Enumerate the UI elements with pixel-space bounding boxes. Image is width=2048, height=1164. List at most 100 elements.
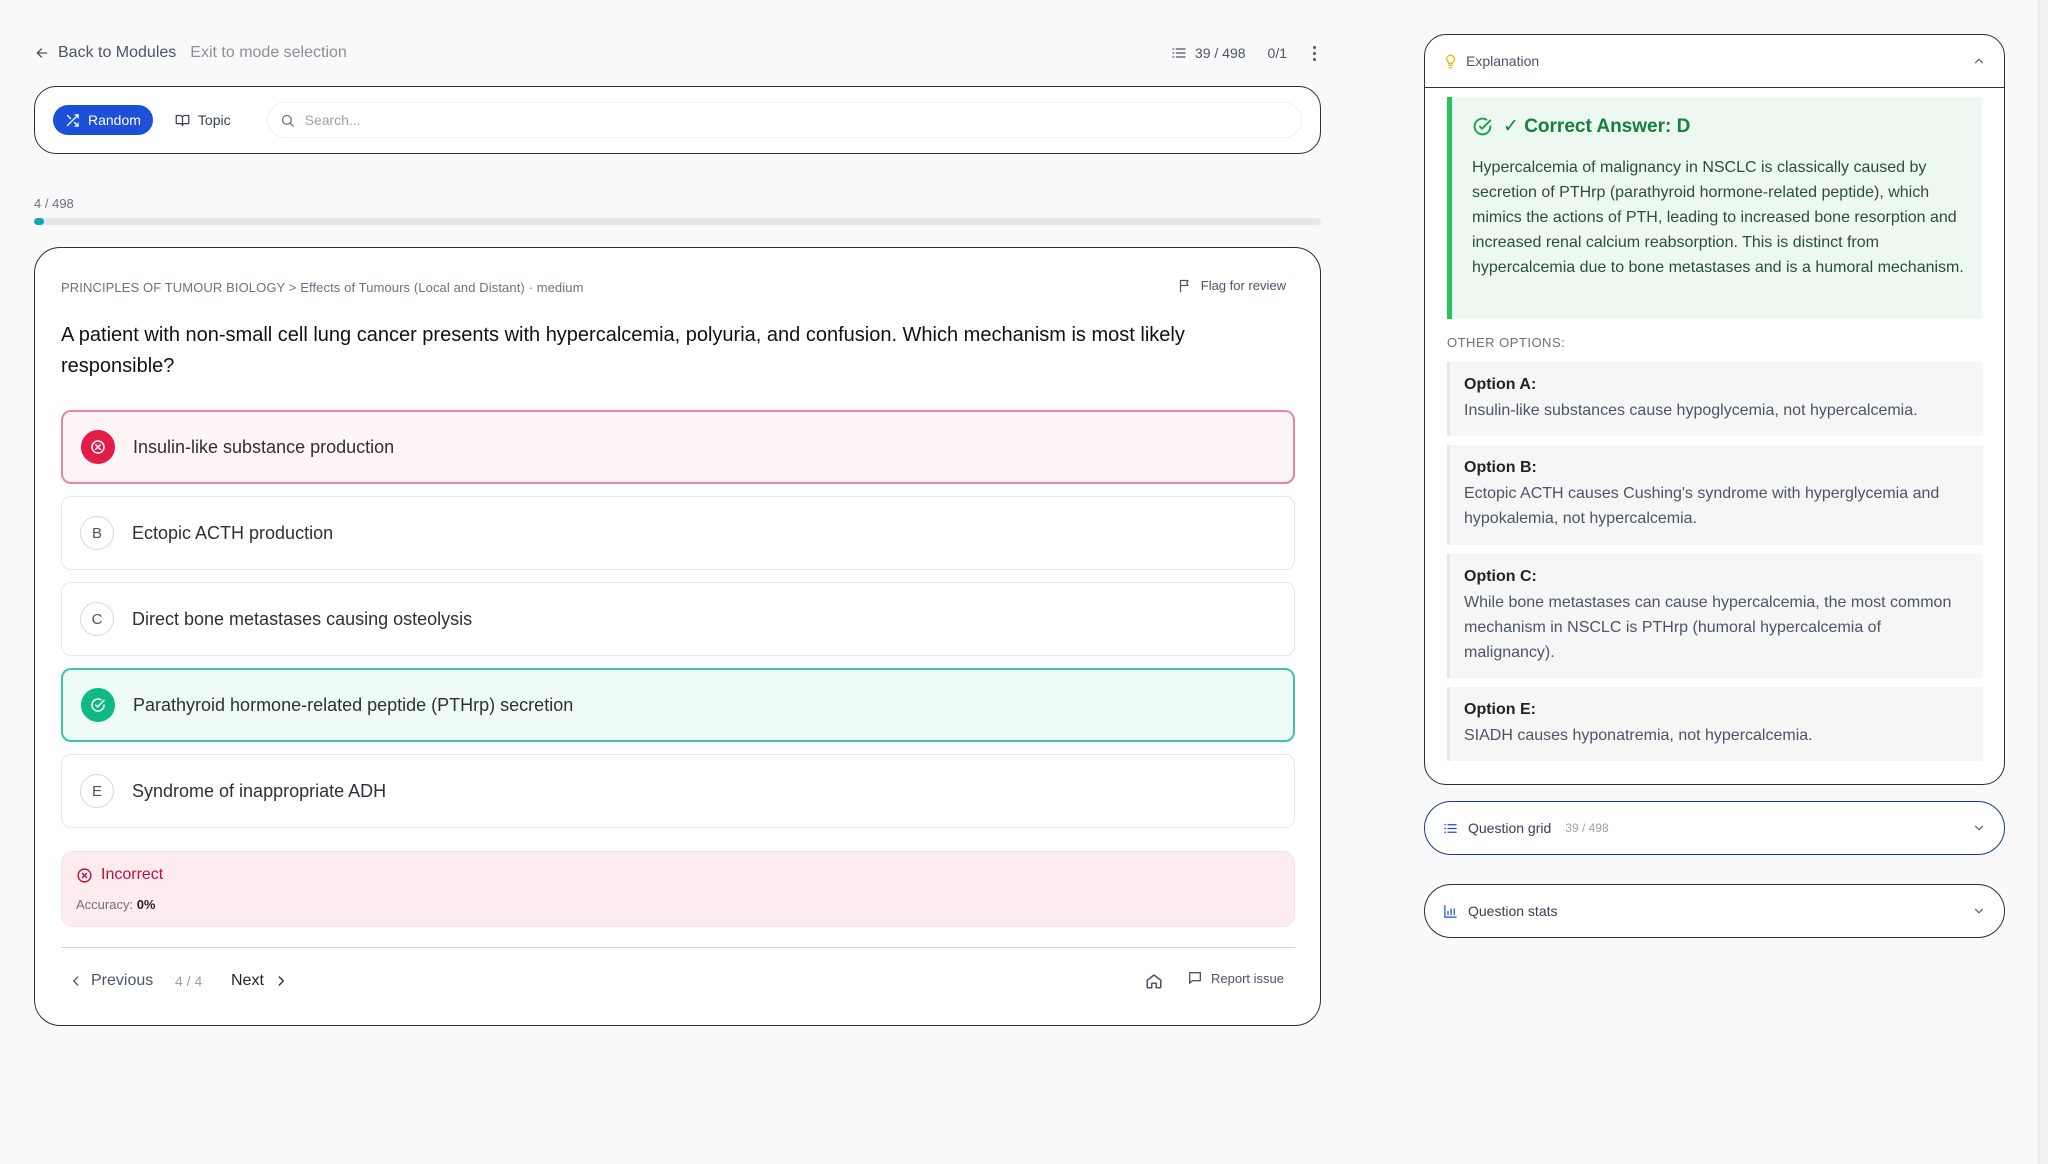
answer-option-b[interactable]: B Ectopic ACTH production	[61, 496, 1295, 570]
footer-divider	[61, 947, 1295, 948]
correct-answer-explanation: Hypercalcemia of malignancy in NSCLC is …	[1472, 159, 1964, 276]
kebab-icon	[1313, 45, 1316, 49]
page-scrollbar[interactable]	[2038, 0, 2048, 1164]
option-a-text: Insulin-like substance production	[133, 436, 395, 457]
accuracy: Accuracy: 0%	[76, 897, 156, 912]
result-title: Incorrect	[76, 866, 163, 884]
other-option-text: Insulin-like substances cause hypoglycem…	[1464, 402, 1918, 419]
mode-toolbar: Random Topic	[34, 86, 1321, 154]
other-option-title: Option C:	[1464, 568, 1537, 585]
option-d-badge	[81, 688, 115, 722]
home-icon[interactable]	[1145, 972, 1163, 990]
question-stats-toggle[interactable]: Question stats	[1424, 884, 2005, 938]
correct-answer-title: ✓ Correct Answer: D	[1472, 115, 1690, 138]
bar-chart-icon	[1444, 904, 1457, 918]
x-circle-icon	[77, 867, 92, 883]
question-grid-label: Question grid	[1468, 820, 1552, 836]
search-input[interactable]	[304, 112, 1289, 128]
question-stats-label: Question stats	[1468, 903, 1558, 919]
topic-mode-label: Topic	[197, 112, 231, 128]
check-circle-icon	[1473, 117, 1492, 136]
next-button[interactable]: Next	[231, 972, 288, 990]
progress-label: 4 / 498	[34, 196, 74, 211]
progress-bar	[34, 218, 1321, 225]
other-option-c: Option C: While bone metastases can caus…	[1447, 554, 1983, 678]
option-b-text: Ectopic ACTH production	[132, 522, 334, 543]
correct-answer-label: ✓ Correct Answer: D	[1503, 116, 1691, 137]
kebab-dot	[1313, 51, 1316, 55]
other-option-b: Option B: Ectopic ACTH causes Cushing's …	[1447, 445, 1983, 545]
result-feedback: Incorrect Accuracy: 0%	[61, 851, 1295, 927]
other-option-a: Option A: Insulin-like substances cause …	[1447, 362, 1983, 436]
explanation-panel: Explanation ✓ Correct Answer: D Hypercal…	[1424, 34, 2005, 785]
question-grid-count: 39 / 498	[1565, 821, 1609, 835]
explanation-title: Explanation	[1466, 53, 1540, 69]
accuracy-value: 0%	[136, 897, 156, 912]
previous-button[interactable]: Previous	[69, 972, 153, 990]
option-c-text: Direct bone metastases causing osteolysi…	[132, 608, 473, 629]
other-option-title: Option A:	[1464, 376, 1537, 393]
explanation-header[interactable]: Explanation	[1425, 35, 2004, 88]
message-icon	[1189, 972, 1201, 984]
other-options-heading: OTHER OPTIONS:	[1447, 335, 1566, 350]
chevron-down-icon	[1974, 908, 1984, 914]
chevron-down-icon	[1974, 825, 1984, 831]
chevron-up-icon	[1974, 58, 1984, 64]
question-counter-value: 39 / 498	[1194, 45, 1246, 61]
result-title-label: Incorrect	[101, 866, 164, 883]
option-d-text: Parathyroid hormone-related peptide (PTH…	[133, 694, 574, 715]
question-card: PRINCIPLES OF TUMOUR BIOLOGY > Effects o…	[34, 247, 1321, 1026]
report-issue-label: Report issue	[1211, 970, 1284, 986]
check-circle-icon	[91, 698, 105, 712]
back-to-modules-label: Back to Modules	[58, 44, 177, 61]
other-option-title: Option B:	[1464, 459, 1537, 476]
question-text: A patient with non-small cell lung cance…	[61, 324, 1185, 377]
report-issue-button[interactable]: Report issue	[1187, 970, 1284, 986]
answer-option-c[interactable]: C Direct bone metastases causing osteoly…	[61, 582, 1295, 656]
exit-mode-selection-link[interactable]: Exit to mode selection	[190, 44, 347, 62]
lightbulb-icon	[1446, 54, 1455, 68]
answer-option-d[interactable]: Parathyroid hormone-related peptide (PTH…	[61, 668, 1295, 742]
kebab-dot	[1313, 57, 1316, 61]
flag-icon	[1179, 279, 1189, 293]
other-option-text: While bone metastases can cause hypercal…	[1464, 594, 1952, 661]
list-icon	[1172, 48, 1186, 58]
other-option-e: Option E: SIADH causes hyponatremia, not…	[1447, 687, 1983, 761]
correct-answer-box: ✓ Correct Answer: D Hypercalcemia of mal…	[1447, 97, 1982, 319]
page-count: 4 / 4	[175, 973, 203, 989]
previous-label: Previous	[91, 972, 154, 989]
chevron-left-icon	[73, 976, 79, 986]
option-e-text: Syndrome of inappropriate ADH	[132, 780, 387, 801]
topic-mode-button[interactable]: Topic	[163, 105, 243, 135]
top-bar: Back to Modules Exit to mode selection 3…	[34, 40, 1320, 66]
accuracy-label: Accuracy:	[76, 897, 134, 912]
book-icon	[175, 114, 190, 126]
question-counter[interactable]: 39 / 498	[1171, 45, 1246, 61]
more-options-button[interactable]	[1309, 45, 1320, 61]
x-circle-icon	[91, 440, 105, 454]
score-value: 0/1	[1267, 45, 1287, 61]
random-mode-label: Random	[88, 112, 141, 128]
other-option-text: SIADH causes hyponatremia, not hypercalc…	[1464, 727, 1813, 744]
shuffle-icon	[66, 113, 79, 127]
answer-option-e[interactable]: E Syndrome of inappropriate ADH	[61, 754, 1295, 828]
option-b-badge: B	[80, 516, 114, 550]
question-grid-toggle[interactable]: Question grid 39 / 498	[1424, 801, 2005, 855]
question-breadcrumb: PRINCIPLES OF TUMOUR BIOLOGY > Effects o…	[61, 280, 584, 295]
answer-option-a[interactable]: Insulin-like substance production	[61, 410, 1295, 484]
next-label: Next	[231, 972, 264, 989]
option-a-badge	[81, 430, 115, 464]
random-mode-button[interactable]: Random	[53, 105, 153, 135]
option-c-badge: C	[80, 602, 114, 636]
search-icon	[281, 114, 294, 127]
flag-for-review-button[interactable]: Flag for review	[1178, 278, 1286, 293]
chevron-right-icon	[278, 976, 284, 986]
arrow-left-icon	[36, 48, 48, 58]
search-box[interactable]	[266, 102, 1302, 138]
other-option-title: Option E:	[1464, 701, 1536, 718]
option-e-badge: E	[80, 774, 114, 808]
list-icon	[1444, 823, 1457, 833]
other-option-text: Ectopic ACTH causes Cushing's syndrome w…	[1464, 485, 1940, 527]
flag-for-review-label: Flag for review	[1200, 278, 1286, 293]
back-to-modules-link[interactable]: Back to Modules	[34, 44, 176, 62]
